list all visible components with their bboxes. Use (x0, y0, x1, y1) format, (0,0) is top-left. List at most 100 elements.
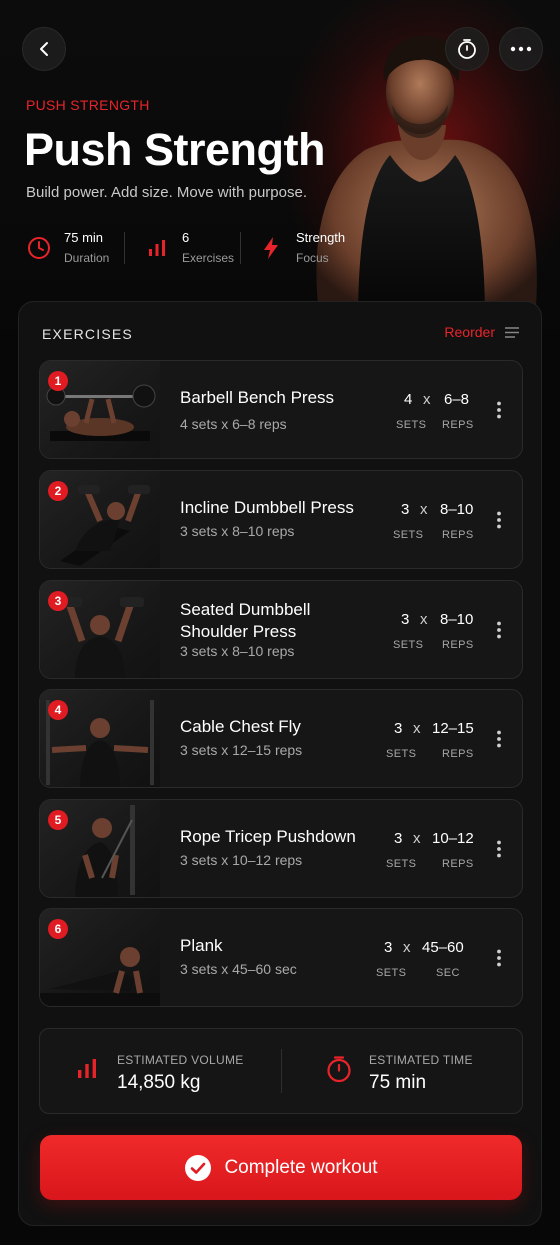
sets-value: 3 (394, 830, 403, 847)
stopwatch-icon (458, 39, 476, 59)
sets-value: 3 (384, 939, 393, 956)
exercise-name: Incline Dumbbell Press (180, 498, 354, 517)
exercise-name: Cable Chest Fly (180, 717, 301, 736)
reps-value: 45–60 (422, 939, 464, 956)
divider (124, 232, 125, 264)
exercise-detail: 3 sets x 8–10 reps (180, 643, 295, 659)
times-symbol: x (413, 720, 421, 737)
sets-label: SETS (386, 748, 417, 760)
exercise-number-badge: 5 (48, 810, 68, 830)
clock-icon (28, 236, 50, 259)
reorder-button[interactable]: Reorder (444, 324, 519, 340)
more-vertical-icon (497, 621, 501, 639)
more-vertical-icon (497, 730, 501, 748)
exercise-name: Plank (180, 936, 223, 955)
exercise-card[interactable]: 5 Rope Tricep Pushdown 3 sets x 10–12 reps… (39, 799, 523, 898)
bar-chart-icon (149, 239, 165, 256)
times-symbol: x (420, 501, 428, 518)
exercise-number-badge: 3 (48, 591, 68, 611)
more-vertical-icon (497, 840, 501, 858)
reps-label: REPS (442, 748, 474, 760)
reps-label: REPS (442, 639, 474, 651)
stat-value: Strength (296, 230, 346, 245)
page-subtitle: Build power. Add size. Move with purpose… (26, 184, 307, 201)
exercise-card[interactable]: 1 Barbell Bench Press 4 sets x 6–8 reps 4 x 6… (39, 360, 523, 459)
sets-value: 3 (401, 611, 410, 628)
sets-value: 3 (401, 501, 410, 518)
stat-label: Exercises (182, 251, 235, 265)
reps-value: 8–10 (440, 501, 474, 518)
times-symbol: x (413, 830, 421, 847)
exercise-card[interactable]: 2 Incline Dumbbell Press 3 sets x 8–10 rep… (39, 470, 523, 569)
exercise-menu-button[interactable] (496, 621, 502, 644)
stat-value: 75 min (64, 230, 104, 245)
estimated-volume-value: 14,850 kg (117, 1072, 201, 1093)
exercise-number-badge: 1 (48, 371, 68, 391)
reps-label: REPS (442, 858, 474, 870)
divider (240, 232, 241, 264)
complete-workout-label: Complete workout (224, 1156, 378, 1178)
hero-header: PUSH STRENGTH Push Strength Build power.… (0, 0, 560, 330)
workout-summary: ESTIMATED VOLUME 14,850 kg ESTIMATED TIM… (39, 1028, 523, 1114)
exercise-menu-button[interactable] (496, 840, 502, 863)
sets-value: 4 (404, 391, 413, 408)
stat-focus: Strength Focus (256, 230, 345, 265)
more-vertical-icon (497, 949, 501, 967)
exercise-number-badge: 2 (48, 481, 68, 501)
estimated-volume-label: ESTIMATED VOLUME (117, 1053, 244, 1067)
exercise-card[interactable]: 6 Plank 3 sets x 45–60 sec 3 x 45–60 SETS SEC (39, 908, 523, 1007)
exercise-name: Seated Dumbbell Shoulder Press (180, 600, 311, 641)
stat-value: 6 (182, 230, 190, 245)
exercise-detail: 3 sets x 45–60 sec (180, 961, 297, 977)
stat-exercises: 6 Exercises (142, 230, 234, 265)
reps-label: REPS (442, 419, 474, 431)
reps-value: 10–12 (432, 830, 474, 847)
exercise-menu-button[interactable] (496, 949, 502, 972)
estimated-time-value: 75 min (369, 1072, 427, 1093)
times-symbol: x (423, 391, 431, 408)
exercises-panel: EXERCISES Reorder 1 Barbell Bench Press 4 … (18, 301, 542, 1226)
exercise-menu-button[interactable] (496, 401, 502, 424)
section-title: EXERCISES (42, 326, 133, 342)
times-symbol: x (403, 939, 411, 956)
workout-category: PUSH STRENGTH (26, 97, 150, 113)
exercise-number-badge: 6 (48, 919, 68, 939)
check-circle-icon (185, 1154, 212, 1181)
exercise-detail: 3 sets x 12–15 reps (180, 742, 303, 758)
sets-label: SETS (386, 858, 417, 870)
sets-label: SETS (393, 639, 424, 651)
more-horizontal-icon (510, 46, 532, 52)
reps-label: SEC (436, 967, 460, 979)
divider (281, 1049, 282, 1093)
timer-button[interactable] (445, 27, 489, 71)
more-options-button[interactable] (499, 27, 543, 71)
reps-value: 6–8 (444, 391, 470, 408)
estimated-time-label: ESTIMATED TIME (369, 1053, 473, 1067)
exercise-name: Rope Tricep Pushdown (180, 827, 356, 846)
complete-workout-button[interactable]: Complete workout (40, 1135, 522, 1200)
reorder-lines-icon (505, 326, 519, 338)
exercise-card[interactable]: 4 Cable Chest Fly 3 sets x 12–15 reps 3 x 12–… (39, 689, 523, 788)
exercise-detail: 4 sets x 6–8 reps (180, 416, 287, 432)
exercise-number-badge: 4 (48, 700, 68, 720)
back-button[interactable] (22, 27, 66, 71)
reorder-label: Reorder (444, 324, 495, 340)
stopwatch-icon (327, 1056, 351, 1083)
stat-duration: 75 min Duration (24, 230, 109, 265)
exercise-menu-button[interactable] (496, 730, 502, 753)
more-vertical-icon (497, 511, 501, 529)
stat-label: Focus (296, 251, 329, 265)
reps-value: 8–10 (440, 611, 474, 628)
lightning-icon (264, 236, 278, 259)
chevron-left-icon (40, 42, 48, 56)
exercise-menu-button[interactable] (496, 511, 502, 534)
sets-label: SETS (396, 419, 427, 431)
reps-value: 12–15 (432, 720, 474, 737)
exercise-name: Barbell Bench Press (180, 388, 335, 407)
stat-label: Duration (64, 251, 110, 265)
exercise-card[interactable]: 3 Seated Dumbbell Shoulder Press 3 sets x … (39, 580, 523, 679)
exercise-detail: 3 sets x 8–10 reps (180, 523, 295, 539)
times-symbol: x (420, 611, 428, 628)
exercise-detail: 3 sets x 10–12 reps (180, 852, 303, 868)
sets-value: 3 (394, 720, 403, 737)
